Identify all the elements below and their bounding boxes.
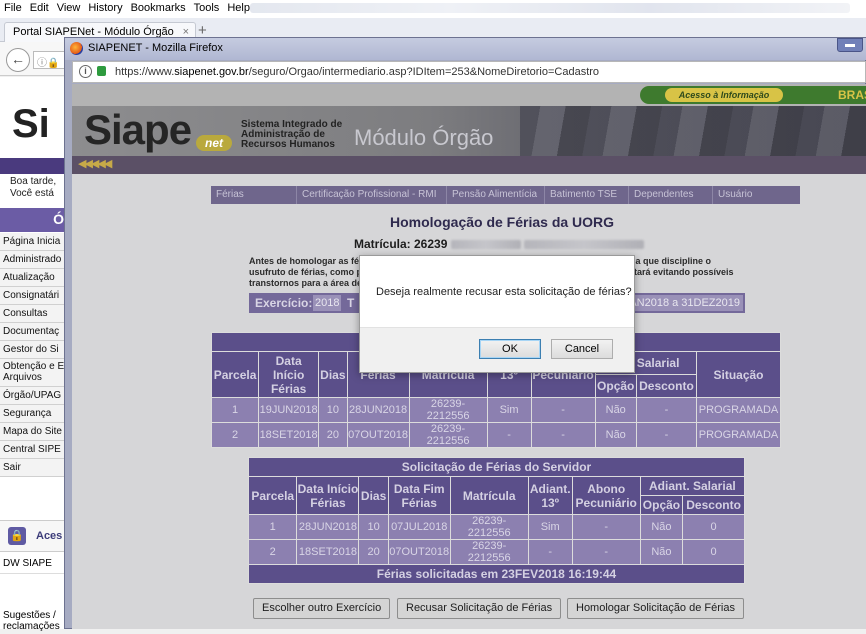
request-vacation-table: Solicitação de Férias do Servidor Parcel… — [247, 457, 746, 584]
cancel-button[interactable]: Cancel — [551, 339, 613, 359]
bg-greeting: Boa tarde, Você está — [10, 176, 57, 199]
col-abono: Abono Pecuniário — [571, 476, 641, 515]
tab-dependentes[interactable]: Dependentes — [629, 186, 713, 204]
url-text: https://www.siapenet.gov.br/seguro/Orgao… — [115, 66, 600, 78]
arrows-bar — [72, 156, 866, 174]
menu-file[interactable]: File — [0, 0, 26, 14]
col-data-inicio: Data Início Férias — [296, 476, 360, 515]
sidebar-item[interactable]: Sair — [0, 459, 70, 477]
col-matricula: Matrícula — [449, 476, 529, 515]
sidebar-item[interactable]: Central SIPE — [0, 441, 70, 459]
tab-usuario[interactable]: Usuário — [713, 186, 800, 204]
modulo-title: Módulo Órgão — [354, 125, 494, 150]
sidebar-item[interactable]: Órgão/UPAG — [0, 387, 70, 405]
col-opcao: Opção — [594, 374, 637, 398]
bg-sidebar: Página Inicia Administrado Atualização C… — [0, 233, 70, 477]
back-arrow-icon[interactable]: ← — [6, 48, 30, 72]
confirm-message: Deseja realmente recusar esta solicitaçã… — [376, 286, 632, 298]
request-date-footer: Férias solicitadas em 23FEV2018 16:19:44 — [248, 564, 745, 584]
col-desconto: Desconto — [635, 374, 698, 398]
sidebar-item[interactable]: Obtenção e E Arquivos — [0, 359, 70, 387]
sidebar-item[interactable]: Mapa do Site — [0, 423, 70, 441]
logo-subtitle: Sistema Integrado de Administração de Re… — [241, 119, 343, 150]
nav-tabs: Férias Certificação Profissional - RMI P… — [211, 186, 800, 204]
siape-logo: Siape — [84, 106, 192, 153]
back-arrows-icon[interactable]: ◀◀◀◀◀ — [78, 157, 112, 170]
popup-title: SIAPENET - Mozilla Firefox — [88, 42, 223, 54]
menu-view[interactable]: View — [53, 0, 85, 14]
header-photo — [520, 106, 866, 156]
sidebar-item[interactable]: Consultas — [0, 305, 70, 323]
tab-certificacao[interactable]: Certificação Profissional - RMI — [297, 186, 447, 204]
bg-logo: Si — [12, 102, 50, 146]
exercicio-year-select[interactable]: 2018 — [313, 295, 341, 311]
sidebar-item[interactable]: Atualização — [0, 269, 70, 287]
menu-bookmarks[interactable]: Bookmarks — [127, 0, 190, 14]
tab-ferias[interactable]: Férias — [211, 186, 297, 204]
bg-header-band — [0, 158, 70, 174]
dw-siape-link[interactable]: DW SIAPE — [0, 554, 70, 574]
col-adiant-13: Adiant. 13º — [527, 476, 573, 515]
brasil-label[interactable]: BRAS — [838, 88, 866, 102]
sidebar-item[interactable]: Página Inicia — [0, 233, 70, 251]
sidebar-item[interactable]: Documentaç — [0, 323, 70, 341]
blurred-bookmarks — [250, 3, 850, 13]
ok-button[interactable]: OK — [479, 339, 541, 359]
menu-bar: File Edit View History Bookmarks Tools Help — [0, 0, 866, 18]
col-data-fim: Data Fim Férias — [387, 476, 451, 515]
net-badge: net — [196, 135, 232, 151]
col-dias: Dias — [358, 476, 389, 515]
info-icon[interactable]: i — [79, 65, 92, 78]
col-situacao: Situação — [696, 351, 781, 398]
exercicio-label: Exercício: — [255, 296, 313, 310]
menu-edit[interactable]: Edit — [26, 0, 53, 14]
sidebar-item[interactable]: Consignatári — [0, 287, 70, 305]
col-parcela: Parcela — [247, 476, 298, 515]
menu-history[interactable]: History — [84, 0, 126, 14]
col-adiant-salarial: Adiant. Salarial — [639, 476, 746, 496]
table-row: 1 19JUN2018 10 28JUN2018 26239-2212556 Sim - Nã… — [210, 397, 781, 423]
menu-tools[interactable]: Tools — [190, 0, 224, 14]
acesso-informacao-link[interactable]: Acesso à Informação — [665, 88, 783, 102]
table2-caption: Solicitação de Férias do Servidor — [248, 457, 745, 477]
table-row: 2 18SET2018 20 07OUT2018 26239-2212556- - Não 0 — [247, 539, 745, 565]
col-parcela: Parcela — [210, 351, 260, 398]
refuse-request-button[interactable]: Recusar Solicitação de Férias — [397, 598, 562, 619]
matricula-label: Matrícula: 26239 — [354, 237, 645, 251]
table-row: 2 18SET2018 20 07OUT2018 26239-2212556- - Não -… — [210, 422, 781, 448]
bg-side-title: Ó — [0, 208, 70, 232]
sugestoes-link[interactable]: Sugestões / reclamações — [0, 608, 70, 634]
firefox-icon — [70, 42, 83, 55]
col-data-inicio: Data Início Férias — [258, 351, 320, 398]
bg-acesso-box[interactable]: 🔒 Aces — [0, 520, 70, 552]
acesso-label: Aces — [36, 530, 63, 542]
sidebar-item[interactable]: Administrado — [0, 251, 70, 269]
secure-lock-icon — [97, 66, 106, 76]
exercicio-period: AN2018 a 31DEZ2019 — [626, 295, 743, 311]
tab-pensao[interactable]: Pensão Alimentícia — [447, 186, 545, 204]
table-row: 1 28JUN2018 10 07JUL2018 26239-2212556 Sim - Nã… — [247, 514, 745, 540]
minimize-button[interactable]: ▬ — [837, 38, 863, 52]
approve-request-button[interactable]: Homologar Solicitação de Férias — [567, 598, 744, 619]
instruction-paragraph-right: rma que discipline o estará evitando pos… — [624, 256, 734, 277]
col-dias: Dias — [318, 351, 348, 398]
choose-exercise-button[interactable]: Escolher outro Exercício — [253, 598, 391, 619]
lock-icon: 🔒 — [8, 527, 26, 545]
tab-batimento[interactable]: Batimento TSE — [545, 186, 629, 204]
sidebar-item[interactable]: Segurança — [0, 405, 70, 423]
col-opcao: Opção — [639, 495, 684, 515]
page-title: Homologação de Férias da UORG — [390, 214, 615, 230]
popup-url-bar[interactable]: i https://www.siapenet.gov.br/seguro/Org… — [72, 61, 866, 83]
sidebar-item[interactable]: Gestor do Si — [0, 341, 70, 359]
col-desconto: Desconto — [682, 495, 745, 515]
